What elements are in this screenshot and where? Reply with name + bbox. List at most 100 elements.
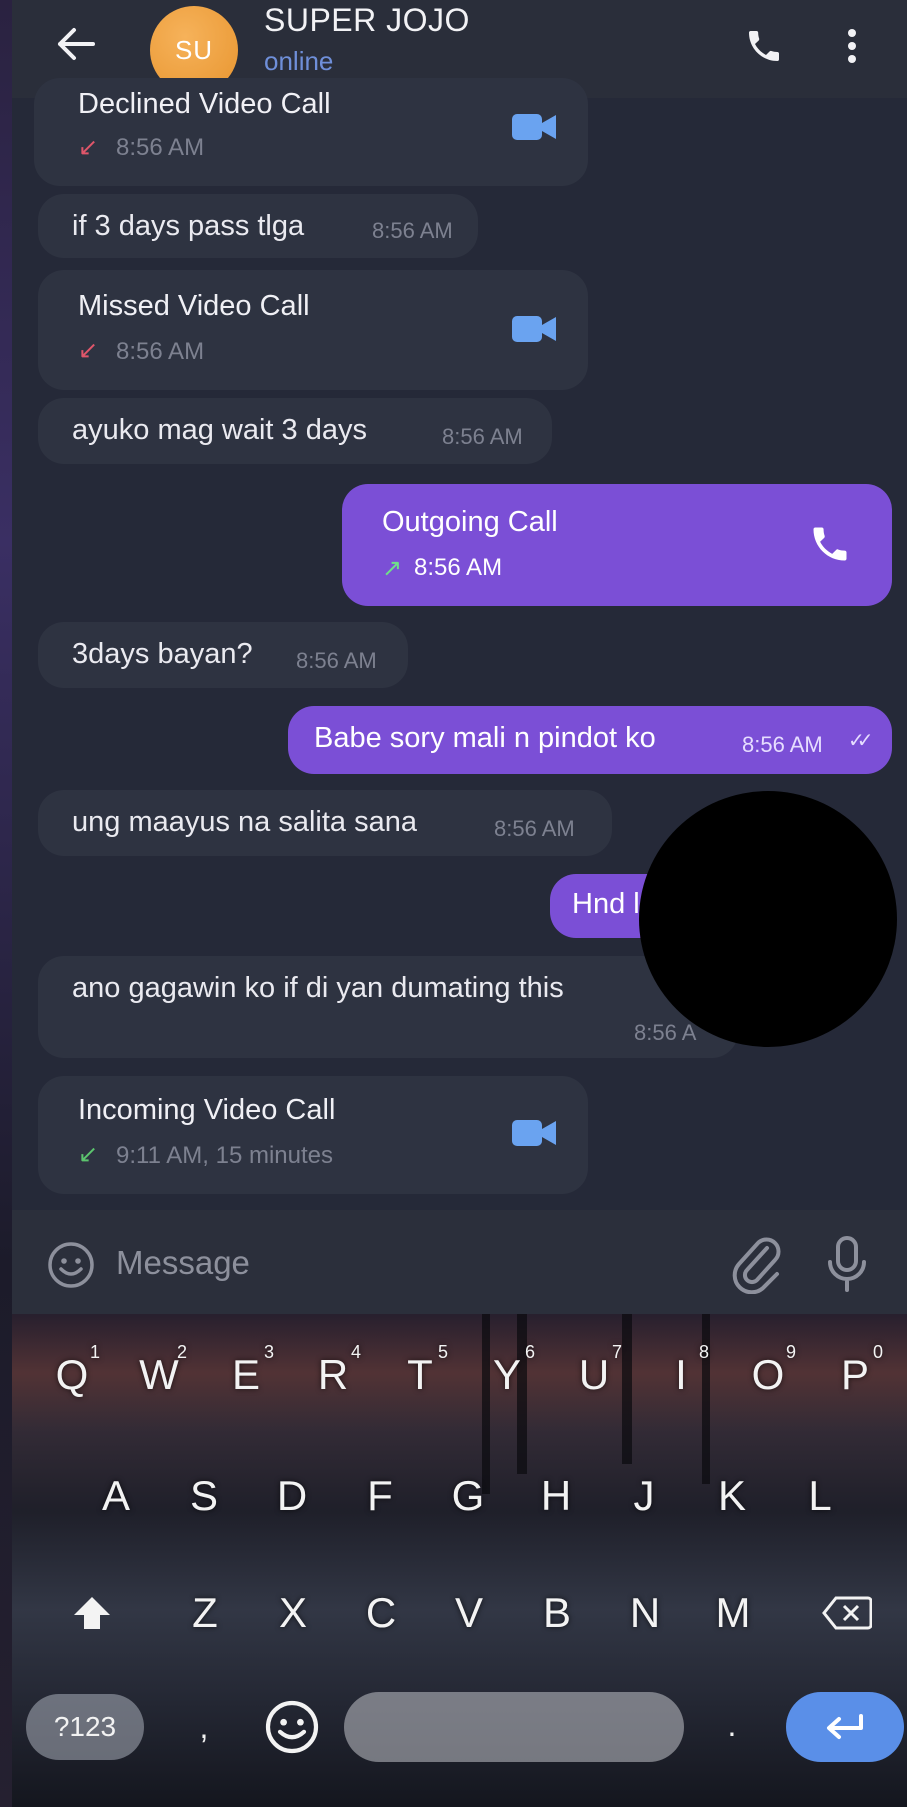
more-options-button[interactable] — [832, 14, 872, 78]
chat-screen: SU SUPER JOJO online Declined Video Call… — [12, 0, 907, 1807]
more-vertical-icon — [848, 29, 856, 63]
message-bubble-incoming[interactable]: 3days bayan? 8:56 AM — [38, 622, 408, 688]
symbols-key[interactable]: ?123 — [26, 1694, 144, 1760]
message-time: 8:56 AM — [296, 648, 377, 673]
key-number-hint: 0 — [872, 1342, 883, 1362]
call-arrow-icon: ↙ — [78, 1141, 99, 1168]
message-time: 8:56 AM — [372, 218, 453, 243]
message-list[interactable]: Declined Video Call ↙ 8:56 AM if 3 days … — [12, 78, 907, 1210]
message-bubble-outgoing[interactable]: Babe sory mali n pindot ko 8:56 AM ✓✓ — [288, 706, 892, 774]
message-time: 8:56 A — [634, 1020, 697, 1045]
on-screen-keyboard: Q1 W2 E3 R4 T5 Y6 U7 I8 O9 P0 ASDFGHJKL ZXCVBNM ?… — [12, 1314, 907, 1807]
call-time: 8:56 AM — [116, 134, 205, 161]
video-camera-icon[interactable] — [512, 1118, 556, 1148]
contact-status: online — [264, 46, 334, 76]
key-g[interactable]: G — [438, 1461, 498, 1531]
key-h[interactable]: H — [526, 1461, 586, 1531]
message-text: ano gagawin ko if di yan dumating this — [72, 972, 564, 1004]
call-bubble-incoming[interactable]: Incoming Video Call ↙ 9:11 AM, 15 minute… — [38, 1076, 588, 1194]
key-q[interactable]: Q1 — [42, 1340, 102, 1410]
key-label: T — [407, 1351, 433, 1398]
message-bubble-incoming[interactable]: if 3 days pass tlga 8:56 AM — [38, 194, 478, 258]
key-label: I — [675, 1351, 687, 1398]
phone-icon[interactable] — [808, 522, 852, 566]
key-number-hint: 2 — [176, 1342, 187, 1362]
key-c[interactable]: C — [351, 1578, 411, 1648]
key-y[interactable]: Y6 — [477, 1340, 537, 1410]
period-key[interactable]: . — [712, 1692, 752, 1758]
key-j[interactable]: J — [614, 1461, 674, 1531]
emoji-icon[interactable] — [262, 1697, 322, 1757]
message-bubble-incoming[interactable]: ayuko mag wait 3 days 8:56 AM — [38, 398, 552, 464]
video-camera-icon[interactable] — [512, 112, 556, 142]
call-title: Outgoing Call — [382, 506, 558, 538]
key-label: U — [578, 1351, 610, 1398]
message-input[interactable] — [116, 1236, 616, 1290]
key-w[interactable]: W2 — [129, 1340, 189, 1410]
back-arrow-icon — [58, 28, 95, 60]
key-s[interactable]: S — [174, 1461, 234, 1531]
enter-icon — [827, 1714, 863, 1739]
message-text: ayuko mag wait 3 days — [72, 414, 367, 446]
enter-key[interactable] — [786, 1692, 904, 1762]
key-u[interactable]: U7 — [564, 1340, 624, 1410]
key-z[interactable]: Z — [175, 1578, 235, 1648]
space-key[interactable] — [344, 1692, 684, 1762]
backspace-icon — [822, 1596, 872, 1630]
key-m[interactable]: M — [703, 1578, 763, 1648]
back-button[interactable] — [46, 14, 106, 74]
avatar-initials: SU — [174, 34, 214, 65]
key-x[interactable]: X — [263, 1578, 323, 1648]
key-i[interactable]: I8 — [651, 1340, 711, 1410]
key-e[interactable]: E3 — [216, 1340, 276, 1410]
call-bubble-missed[interactable]: Missed Video Call ↙ 8:56 AM — [38, 270, 588, 390]
shift-key[interactable] — [62, 1578, 122, 1648]
message-text: if 3 days pass tlga — [72, 210, 305, 242]
key-d[interactable]: D — [262, 1461, 322, 1531]
redaction-overlay — [639, 791, 897, 1047]
key-number-hint: 3 — [263, 1342, 274, 1362]
backspace-key[interactable] — [812, 1578, 882, 1648]
key-l[interactable]: L — [790, 1461, 850, 1531]
message-time: 8:56 AM — [742, 732, 823, 757]
call-bubble-declined[interactable]: Declined Video Call ↙ 8:56 AM — [34, 78, 588, 186]
message-bubble-incoming[interactable]: ung maayus na salita sana 8:56 AM — [38, 790, 612, 856]
message-text: Hnd l — [572, 888, 640, 920]
call-title: Incoming Video Call — [78, 1094, 336, 1126]
key-n[interactable]: N — [615, 1578, 675, 1648]
key-number-hint: 1 — [89, 1342, 100, 1362]
message-text: 3days bayan? — [72, 638, 253, 670]
key-v[interactable]: V — [439, 1578, 499, 1648]
call-time: 9:11 AM, 15 minutes — [116, 1142, 334, 1169]
message-time: 8:56 AM — [442, 424, 523, 449]
call-arrow-icon: ↙ — [78, 134, 99, 161]
key-b[interactable]: B — [527, 1578, 587, 1648]
comma-key[interactable]: , — [184, 1694, 224, 1760]
paperclip-icon[interactable] — [729, 1234, 785, 1294]
call-bubble-outgoing[interactable]: Outgoing Call ↗ 8:56 AM — [342, 484, 892, 606]
message-bubble-incoming[interactable]: ano gagawin ko if di yan dumating this 8… — [38, 956, 738, 1058]
microphone-icon[interactable] — [822, 1234, 872, 1294]
window-edge — [0, 0, 12, 1807]
call-time: 8:56 AM — [116, 338, 205, 365]
key-label: O — [751, 1351, 785, 1398]
shift-icon — [74, 1597, 110, 1629]
key-label: Q — [55, 1351, 89, 1398]
key-t[interactable]: T5 — [390, 1340, 450, 1410]
key-label: Y — [492, 1351, 521, 1398]
key-o[interactable]: O9 — [738, 1340, 798, 1410]
phone-icon — [749, 31, 779, 61]
key-p[interactable]: P0 — [825, 1340, 885, 1410]
contact-name[interactable]: SUPER JOJO — [264, 2, 470, 39]
voice-call-button[interactable] — [732, 14, 796, 78]
key-k[interactable]: K — [702, 1461, 762, 1531]
key-a[interactable]: A — [86, 1461, 146, 1531]
key-f[interactable]: F — [350, 1461, 410, 1531]
video-camera-icon[interactable] — [512, 314, 556, 344]
key-r[interactable]: R4 — [303, 1340, 363, 1410]
call-arrow-icon: ↗ — [382, 555, 403, 582]
call-arrow-icon: ↙ — [78, 337, 99, 364]
emoji-icon[interactable] — [46, 1240, 96, 1290]
call-title: Declined Video Call — [78, 88, 331, 120]
call-title: Missed Video Call — [78, 290, 310, 322]
